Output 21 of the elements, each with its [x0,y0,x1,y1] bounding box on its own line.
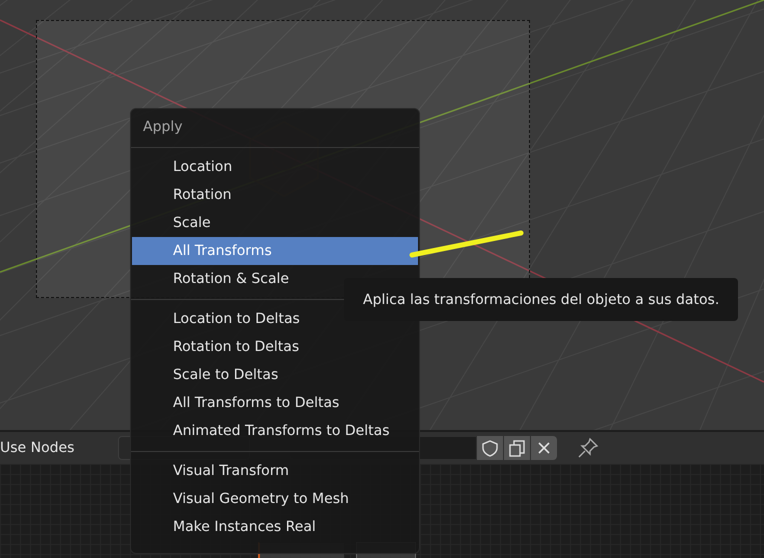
menu-item[interactable]: Animated Transforms to Deltas [132,417,418,445]
copy-icon [508,439,526,457]
menu-item[interactable]: Scale [132,209,418,237]
unlink-button[interactable] [531,436,557,460]
use-nodes-label: Use Nodes [0,440,76,456]
pin-icon[interactable] [577,437,599,459]
menu-item[interactable]: Make Instances Real [132,513,418,541]
duplicate-button[interactable] [504,436,530,460]
fake-user-button[interactable] [477,436,503,460]
menu-item[interactable]: Visual Transform [132,457,418,485]
menu-item[interactable]: Scale to Deltas [132,361,418,389]
menu-item[interactable]: All Transforms [132,237,418,265]
menu-item[interactable]: All Transforms to Deltas [132,389,418,417]
menu-title: Apply [131,109,419,148]
menu-item[interactable]: Rotation to Deltas [132,333,418,361]
menu-item[interactable]: Visual Geometry to Mesh [132,485,418,513]
menu-item[interactable]: Rotation [132,181,418,209]
shield-icon [481,439,499,457]
tooltip-text: Aplica las transformaciones del objeto a sus datos. [363,292,720,308]
close-icon [537,441,551,455]
menu-item[interactable]: Location [132,153,418,181]
